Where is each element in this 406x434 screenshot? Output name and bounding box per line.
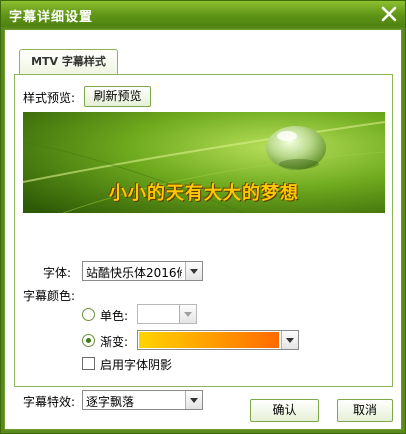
- preview-label: 样式预览:: [23, 91, 76, 105]
- subtitle-settings-dialog: 字幕详细设置 MTV 字幕样式 样式预览: 刷新预览 小小的天有大大的梦想 字体…: [0, 0, 406, 434]
- chevron-down-icon[interactable]: [281, 331, 298, 349]
- font-shadow-label: 启用字体阴影: [100, 358, 173, 372]
- preview-sample-text: 小小的天有大大的梦想: [109, 183, 299, 204]
- cancel-button[interactable]: 取消: [337, 399, 393, 422]
- font-label: 字体:: [43, 266, 72, 280]
- tab-mtv-subtitle-style[interactable]: MTV 字幕样式: [19, 49, 118, 75]
- style-preview-image: 小小的天有大大的梦想: [23, 112, 385, 213]
- tab-panel: 样式预览: 刷新预览 小小的天有大大的梦想 字体: 站酷快乐体2016修 字幕颜…: [14, 74, 393, 410]
- solid-color-label: 单色:: [100, 309, 129, 323]
- gradient-swatch: [139, 332, 279, 348]
- window-title: 字幕详细设置: [9, 10, 94, 25]
- effect-select-value: 逐字飘落: [86, 395, 135, 409]
- chevron-down-icon[interactable]: [179, 305, 196, 323]
- subtitle-color-label: 字幕颜色:: [23, 289, 76, 303]
- title-bar[interactable]: 字幕详细设置: [1, 1, 405, 27]
- solid-color-radio[interactable]: [82, 308, 95, 321]
- font-select-value: 站酷快乐体2016修: [86, 266, 182, 280]
- effect-select[interactable]: 逐字飘落: [82, 390, 203, 410]
- ok-button[interactable]: 确认: [250, 399, 319, 422]
- dialog-body: MTV 字幕样式 样式预览: 刷新预览 小小的天有大大的梦想 字体: 站酷快乐体…: [4, 29, 402, 430]
- gradient-color-select[interactable]: [137, 330, 299, 350]
- font-select[interactable]: 站酷快乐体2016修: [82, 261, 203, 281]
- gradient-color-radio[interactable]: [82, 334, 95, 347]
- close-icon[interactable]: [379, 4, 399, 24]
- font-shadow-checkbox[interactable]: [82, 357, 95, 370]
- gradient-color-label: 渐变:: [100, 335, 129, 349]
- chevron-down-icon[interactable]: [185, 391, 202, 409]
- solid-color-select[interactable]: [137, 304, 197, 324]
- refresh-preview-button[interactable]: 刷新预览: [84, 86, 151, 107]
- effect-label: 字幕特效:: [23, 395, 76, 409]
- chevron-down-icon[interactable]: [185, 262, 202, 280]
